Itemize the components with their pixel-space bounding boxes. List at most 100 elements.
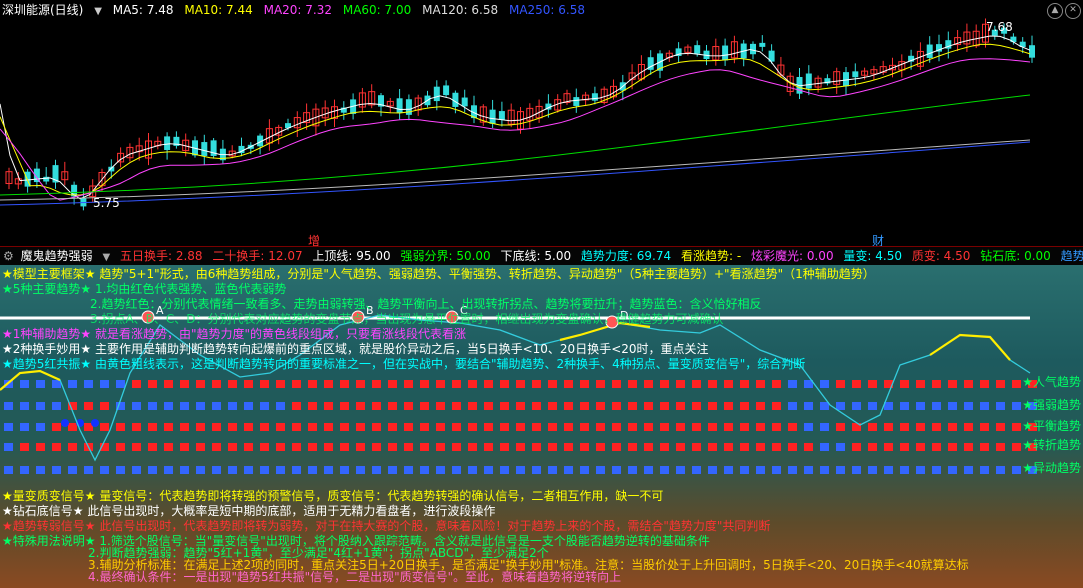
text-line-aux-trend: ★1种辅助趋势★ 就是看涨趋势，由"趋势力度"的黄色线段组成，只要看涨线段代表看… <box>2 327 467 341</box>
ma60-label: MA60: 7.00 <box>342 3 412 17</box>
trend-square <box>964 380 973 388</box>
trend-square <box>564 466 573 474</box>
trend-square <box>68 443 77 451</box>
trend-square <box>340 402 349 410</box>
trend-square <box>68 380 77 388</box>
upper-line-value: 上顶线: 95.00 <box>312 249 391 263</box>
close-icon[interactable]: ✕ <box>1065 3 1081 19</box>
trend-square <box>148 443 157 451</box>
trend-square <box>436 466 445 474</box>
trend-square <box>660 466 669 474</box>
trend-square <box>996 466 1005 474</box>
trend-square <box>116 380 125 388</box>
trend-square <box>692 402 701 410</box>
trend-square <box>484 380 493 388</box>
trend-square <box>996 423 1005 431</box>
trend-square <box>836 380 845 388</box>
trend-square <box>244 402 253 410</box>
trend-square <box>676 380 685 388</box>
quality-change-value: 质变: 4.50 <box>911 249 971 263</box>
trend-square <box>340 443 349 451</box>
indicator-chevron-icon[interactable]: ▼ <box>102 249 110 266</box>
gear-icon[interactable]: ⚙ <box>3 247 14 265</box>
trend-square <box>868 402 877 410</box>
trend-square <box>596 466 605 474</box>
trend-square <box>164 443 173 451</box>
indicator-pane[interactable]: ABCD ★模型主要框架★ 趋势"5+1"形式，由6种趋势组成，分别是"人气趋势… <box>0 265 1083 588</box>
trend-square <box>484 402 493 410</box>
trend-square <box>452 402 461 410</box>
trend-square <box>836 443 845 451</box>
trend-square <box>212 402 221 410</box>
trend-square <box>340 466 349 474</box>
trend-square <box>932 466 941 474</box>
ma120-line <box>0 139 1031 201</box>
trend-square <box>580 423 589 431</box>
price-chart-pane[interactable]: 深圳能源(日线) ▼ MA5: 7.48 MA10: 7.44 MA20: 7.… <box>0 0 1083 248</box>
trend-square <box>1012 402 1021 410</box>
trend-square <box>596 443 605 451</box>
trend-square <box>212 443 221 451</box>
candle-body <box>1029 45 1035 58</box>
trend-square <box>148 402 157 410</box>
trend-square <box>452 443 461 451</box>
trend-square <box>276 466 285 474</box>
trend-square <box>164 466 173 474</box>
trend-square <box>260 443 269 451</box>
trend-square <box>420 466 429 474</box>
trend-square <box>148 466 157 474</box>
trend-square <box>132 380 141 388</box>
trend-square <box>548 380 557 388</box>
ma5-label: MA5: 7.48 <box>112 3 174 17</box>
trend-square <box>180 402 189 410</box>
candle-body <box>164 136 171 150</box>
trend-square <box>644 466 653 474</box>
trend-square <box>516 380 525 388</box>
trend-square <box>788 402 797 410</box>
trend-square <box>692 466 701 474</box>
trend-square <box>772 443 781 451</box>
trend-square <box>468 443 477 451</box>
trend-square <box>1012 466 1021 474</box>
trend-square <box>708 443 717 451</box>
trend-square <box>692 380 701 388</box>
divide-line-value: 强弱分界: 50.00 <box>400 249 491 263</box>
bull-trend-value: 看涨趋势: - <box>680 249 742 263</box>
candle-body <box>396 98 403 113</box>
trend-square <box>820 466 829 474</box>
trend-square <box>964 466 973 474</box>
trend-square <box>788 466 797 474</box>
trend-square <box>388 380 397 388</box>
trend-square <box>228 423 237 431</box>
trend-square <box>228 380 237 388</box>
trend-square <box>548 443 557 451</box>
trend-square <box>580 380 589 388</box>
tag-turning-trend: ★转折趋势 <box>1022 438 1081 452</box>
chevron-up-icon[interactable]: ▲ <box>1047 3 1063 19</box>
trend-square <box>964 402 973 410</box>
tag-popularity-trend: ★人气趋势 <box>1022 375 1081 389</box>
trend-square <box>660 380 669 388</box>
candlestick-chart[interactable] <box>0 0 1083 246</box>
candle-body <box>926 44 933 58</box>
text-line-weak-signal: ★趋势转弱信号★ 此信号出现时，代表趋势即将转为弱势，对于在持大赛的个股，意味着… <box>2 519 771 533</box>
trend-square <box>612 402 621 410</box>
candle-body <box>852 71 859 78</box>
chevron-down-icon[interactable]: ▼ <box>94 2 102 22</box>
trend-square <box>916 423 925 431</box>
trend-square <box>532 443 541 451</box>
trend-square <box>372 443 381 451</box>
trend-square <box>292 423 301 431</box>
trend-square <box>116 443 125 451</box>
trend-square <box>36 380 45 388</box>
trend-square <box>356 402 365 410</box>
trend-square <box>916 443 925 451</box>
trend-square <box>644 380 653 388</box>
trend-square <box>596 402 605 410</box>
trend-square <box>324 443 333 451</box>
trend-square <box>516 423 525 431</box>
trend-square <box>660 443 669 451</box>
tag-strength-trend: ★强弱趋势 <box>1022 398 1081 412</box>
trend-square <box>84 380 93 388</box>
trend-square <box>980 466 989 474</box>
